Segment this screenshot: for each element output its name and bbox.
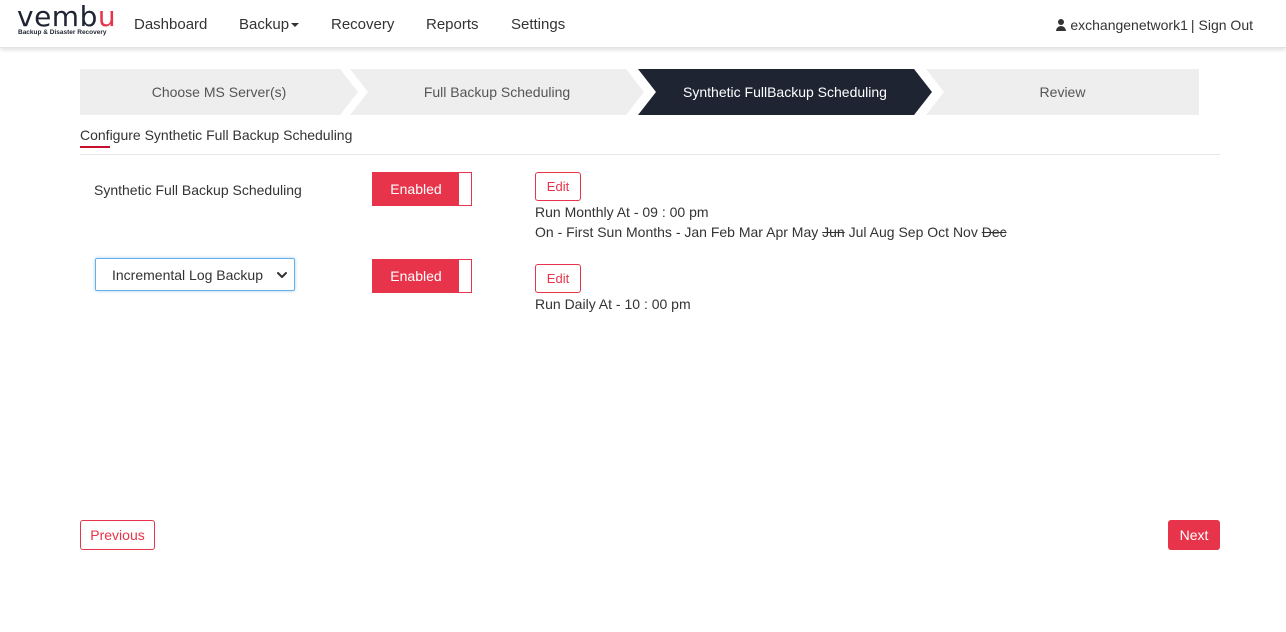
incremental-toggle-label: Enabled [373, 260, 459, 292]
incremental-edit-button[interactable]: Edit [535, 264, 581, 293]
previous-button[interactable]: Previous [80, 520, 155, 550]
user-icon [1056, 19, 1067, 31]
sign-out-link[interactable]: Sign Out [1199, 17, 1253, 33]
backup-type-selected-value: Incremental Log Backup [112, 267, 263, 283]
user-separator: | [1190, 17, 1195, 33]
step-synthetic-full-backup-scheduling[interactable]: Synthetic FullBackup Scheduling [638, 69, 932, 115]
caret-down-icon [291, 23, 300, 28]
month-may: May [791, 224, 819, 240]
month-nov: Nov [952, 224, 978, 240]
month-aug: Aug [869, 224, 895, 240]
month-apr: Apr [766, 224, 788, 240]
logo-tagline: Backup & Disaster Recovery [18, 29, 107, 36]
nav-backup-label: Backup [239, 16, 290, 33]
synthetic-toggle-label: Enabled [373, 173, 459, 205]
nav-reports[interactable]: Reports [426, 16, 479, 33]
nav-recovery[interactable]: Recovery [331, 16, 394, 33]
incremental-enabled-toggle[interactable]: Enabled [372, 259, 472, 293]
month-oct: Oct [927, 224, 950, 240]
top-navbar: vembu Backup & Disaster Recovery Dashboa… [0, 0, 1286, 48]
user-name: exchangenetwork1 [1070, 17, 1188, 33]
nav-dashboard[interactable]: Dashboard [134, 16, 207, 33]
month-dec-excluded: Dec [981, 224, 1007, 240]
vembu-logo[interactable]: vembu Backup & Disaster Recovery [17, 0, 117, 40]
chevron-down-icon [277, 272, 287, 278]
month-sep: Sep [898, 224, 924, 240]
synthetic-enabled-toggle[interactable]: Enabled [372, 172, 472, 206]
backup-type-select[interactable]: Incremental Log Backup [95, 258, 295, 291]
step-choose-ms-servers[interactable]: Choose MS Server(s) [80, 69, 358, 115]
section-title: Configure Synthetic Full Backup Scheduli… [80, 127, 353, 143]
month-mar: Mar [738, 224, 763, 240]
month-feb: Feb [710, 224, 735, 240]
nav-settings[interactable]: Settings [511, 16, 565, 33]
section-divider [80, 154, 1220, 155]
synthetic-months-line: On - First Sun Months - Jan Feb Mar Apr … [535, 224, 1007, 240]
synthetic-run-schedule: Run Monthly At - 09 : 00 pm [535, 204, 709, 220]
synthetic-months-prefix: On - First Sun Months - [535, 224, 681, 240]
next-button[interactable]: Next [1168, 520, 1220, 550]
month-jul: Jul [848, 224, 867, 240]
wizard-steps: Choose MS Server(s) Full Backup Scheduli… [80, 69, 1199, 115]
step-full-backup-scheduling[interactable]: Full Backup Scheduling [350, 69, 644, 115]
synthetic-edit-button[interactable]: Edit [535, 172, 581, 201]
month-jun-excluded: Jun [822, 224, 845, 240]
user-area: exchangenetwork1 | Sign Out [1056, 17, 1253, 33]
incremental-run-schedule: Run Daily At - 10 : 00 pm [535, 296, 691, 312]
nav-backup[interactable]: Backup [239, 16, 300, 33]
step-review[interactable]: Review [926, 69, 1199, 115]
synthetic-full-backup-label: Synthetic Full Backup Scheduling [94, 182, 302, 198]
month-jan: Jan [684, 224, 707, 240]
section-title-underline [80, 146, 110, 148]
